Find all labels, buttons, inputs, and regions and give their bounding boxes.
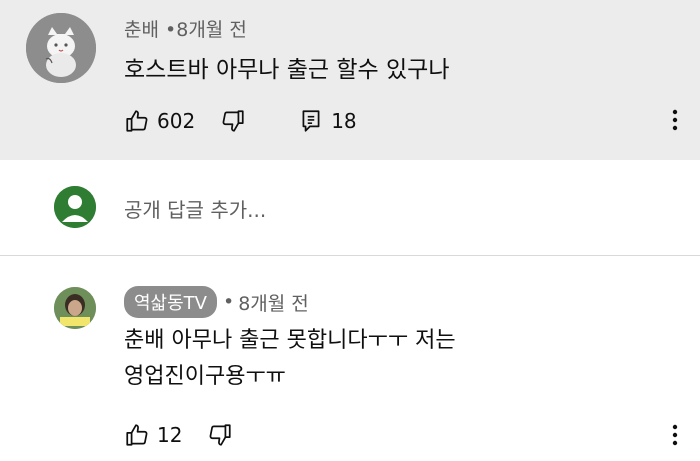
current-user-avatar bbox=[54, 186, 96, 228]
add-reply-bar: 공개 답글 추가... bbox=[0, 160, 700, 256]
reply-comment: 역삷동TV • 8개월 전 춘배 아무나 출근 못합니다ㅜㅜ 저는 영업진이구용… bbox=[0, 257, 700, 461]
like-count: 602 bbox=[157, 109, 196, 133]
comment-meta: 역삷동TV • 8개월 전 bbox=[124, 286, 309, 318]
avatar[interactable] bbox=[26, 13, 96, 83]
comment-time: 8개월 전 bbox=[176, 19, 247, 41]
comment-actions: 602 18 bbox=[124, 108, 357, 134]
comment-actions: 12 bbox=[124, 422, 233, 448]
more-vert-icon[interactable] bbox=[672, 423, 678, 447]
comment-meta: 춘배 •8개월 전 bbox=[124, 15, 247, 42]
comment-time: 8개월 전 bbox=[238, 292, 309, 315]
meta-separator: • bbox=[165, 19, 177, 41]
channel-avatar-icon bbox=[54, 287, 96, 329]
thumbs-down-icon[interactable] bbox=[220, 108, 246, 134]
reply-input[interactable]: 공개 답글 추가... bbox=[124, 194, 266, 223]
like-count: 12 bbox=[157, 423, 183, 447]
reply-count[interactable]: 18 bbox=[331, 109, 356, 133]
channel-author-chip[interactable]: 역삷동TV bbox=[124, 286, 217, 318]
comment-text-line: 영업진이구용ㅜㅠ bbox=[124, 364, 286, 389]
user-avatar-icon bbox=[54, 186, 96, 228]
thumbs-up-icon[interactable] bbox=[124, 108, 150, 134]
highlighted-comment: 춘배 •8개월 전 호스트바 아무나 출근 할수 있구나 602 18 bbox=[0, 0, 700, 160]
cat-avatar-icon bbox=[26, 13, 96, 83]
comment-text: 춘배 아무나 출근 못합니다ㅜㅜ 저는 영업진이구용ㅜㅠ bbox=[124, 323, 456, 395]
thumbs-up-icon[interactable] bbox=[124, 422, 150, 448]
comment-text: 호스트바 아무나 출근 할수 있구나 bbox=[124, 57, 450, 83]
thumbs-down-icon[interactable] bbox=[207, 422, 233, 448]
comment-author[interactable]: 춘배 bbox=[124, 19, 159, 41]
more-vert-icon[interactable] bbox=[672, 108, 678, 132]
channel-avatar[interactable] bbox=[54, 287, 96, 329]
meta-separator: • bbox=[223, 291, 235, 313]
comment-icon[interactable] bbox=[298, 108, 324, 134]
comment-text-line: 춘배 아무나 출근 못합니다ㅜㅜ 저는 bbox=[124, 328, 456, 353]
